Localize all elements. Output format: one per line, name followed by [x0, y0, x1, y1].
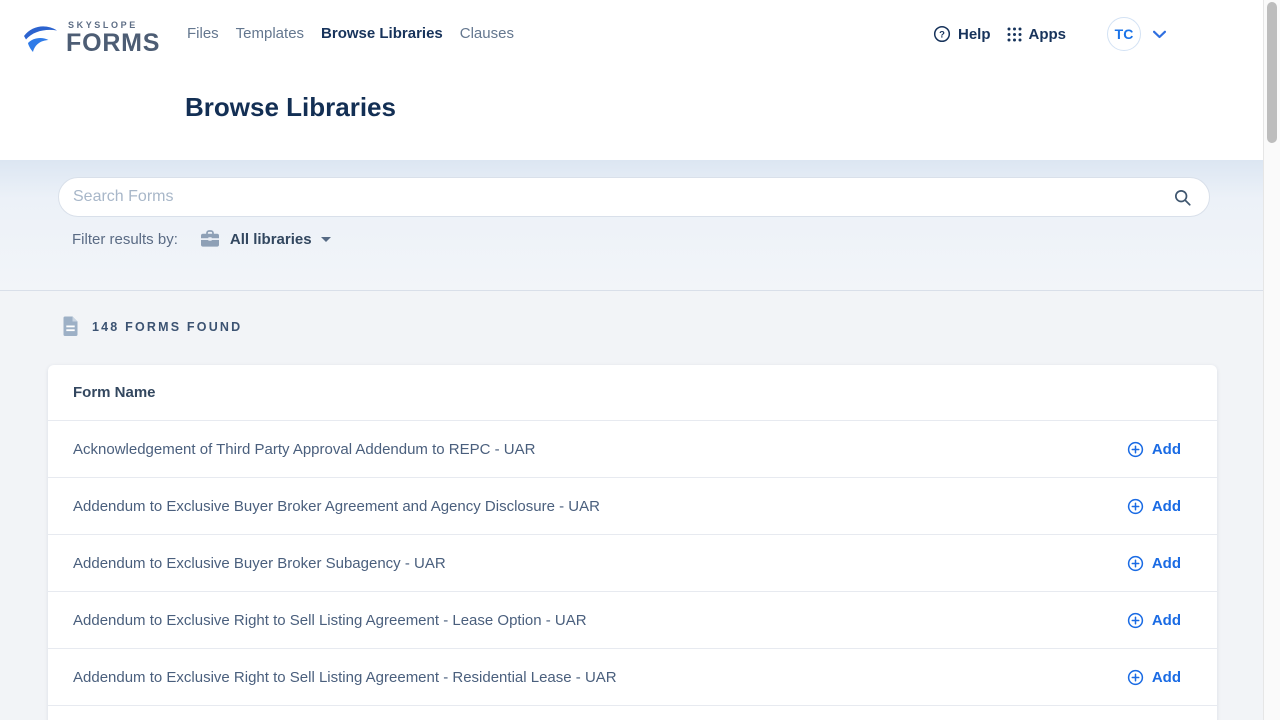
library-filter-dropdown[interactable]: All libraries	[200, 230, 331, 248]
apps-label: Apps	[1029, 26, 1067, 43]
header-right-actions: ? Help Apps	[933, 17, 1166, 51]
search-icon[interactable]	[1173, 188, 1192, 207]
top-header: SKYSLOPE FORMS Files Templates Browse Li…	[0, 0, 1263, 160]
account-menu-button[interactable]	[1153, 30, 1166, 39]
results-count-label: 148 FORMS FOUND	[92, 320, 242, 334]
logo-text: SKYSLOPE FORMS	[66, 20, 160, 56]
apps-grid-icon	[1007, 27, 1022, 42]
app-window: SKYSLOPE FORMS Files Templates Browse Li…	[0, 0, 1280, 720]
form-name: Addendum to Exclusive Buyer Broker Subag…	[73, 555, 446, 572]
chevron-down-icon	[1153, 30, 1166, 39]
add-button-label: Add	[1152, 555, 1181, 572]
add-button-label: Add	[1152, 498, 1181, 515]
add-form-button[interactable]: Add	[1127, 612, 1181, 629]
filter-label: Filter results by:	[72, 231, 178, 248]
results-count-row: 148 FORMS FOUND	[62, 316, 242, 337]
forms-list-section: 148 FORMS FOUND Form Name Acknowledgemen…	[0, 291, 1263, 720]
nav-item-templates[interactable]: Templates	[236, 25, 304, 42]
add-form-button[interactable]: Add	[1127, 555, 1181, 572]
add-button-label: Add	[1152, 669, 1181, 686]
add-form-button[interactable]: Add	[1127, 669, 1181, 686]
column-header-form-name: Form Name	[73, 384, 156, 401]
filter-row: Filter results by: All libraries	[72, 228, 331, 250]
search-filter-section: Filter results by: All libraries	[0, 160, 1263, 291]
main-content: SKYSLOPE FORMS Files Templates Browse Li…	[0, 0, 1263, 720]
form-name: Addendum to Exclusive Right to Sell List…	[73, 612, 587, 629]
add-form-button[interactable]: Add	[1127, 498, 1181, 515]
table-header-row: Form Name	[48, 365, 1217, 421]
search-input[interactable]	[73, 188, 1173, 206]
nav-item-clauses[interactable]: Clauses	[460, 25, 514, 42]
library-filter-value: All libraries	[230, 231, 312, 248]
add-button-label: Add	[1152, 612, 1181, 629]
plus-circle-icon	[1127, 555, 1144, 572]
apps-button[interactable]: Apps	[1007, 26, 1067, 43]
skyslope-swoosh-icon	[22, 22, 59, 60]
page-title: Browse Libraries	[185, 92, 396, 123]
plus-circle-icon	[1127, 612, 1144, 629]
user-avatar[interactable]: TC	[1107, 17, 1141, 51]
nav-item-browse-libraries[interactable]: Browse Libraries	[321, 25, 443, 42]
form-name: Addendum to Exclusive Buyer Broker Agree…	[73, 498, 600, 515]
form-name: Addendum to Exclusive Right to Sell List…	[73, 669, 617, 686]
help-label: Help	[958, 26, 991, 43]
primary-nav: Files Templates Browse Libraries Clauses	[187, 25, 514, 42]
nav-item-files[interactable]: Files	[187, 25, 219, 42]
table-row: Addendum to Exclusive Buyer Broker Subag…	[48, 535, 1217, 592]
document-icon	[62, 316, 79, 337]
table-row: Addendum to Exclusive Right to Sell List…	[48, 592, 1217, 649]
scrollbar-thumb[interactable]	[1267, 2, 1277, 143]
add-button-label: Add	[1152, 441, 1181, 458]
help-question-icon: ?	[933, 25, 951, 43]
plus-circle-icon	[1127, 669, 1144, 686]
table-row: Acknowledgement of Third Party Approval …	[48, 421, 1217, 478]
forms-table-card: Form Name Acknowledgement of Third Party…	[48, 365, 1217, 720]
table-row: Addendum to Exclusive Right to Sell List…	[48, 649, 1217, 706]
form-name: Acknowledgement of Third Party Approval …	[73, 441, 535, 458]
plus-circle-icon	[1127, 441, 1144, 458]
table-row-partial	[48, 706, 1217, 720]
plus-circle-icon	[1127, 498, 1144, 515]
caret-down-icon	[321, 237, 331, 242]
svg-text:?: ?	[939, 30, 945, 41]
briefcase-icon	[200, 230, 220, 248]
add-form-button[interactable]: Add	[1127, 441, 1181, 458]
help-button[interactable]: ? Help	[933, 25, 991, 43]
vertical-scrollbar[interactable]	[1263, 0, 1280, 720]
skyslope-forms-logo[interactable]: SKYSLOPE FORMS	[22, 20, 160, 60]
table-row: Addendum to Exclusive Buyer Broker Agree…	[48, 478, 1217, 535]
logo-line2: FORMS	[66, 30, 160, 56]
search-box	[58, 177, 1210, 217]
